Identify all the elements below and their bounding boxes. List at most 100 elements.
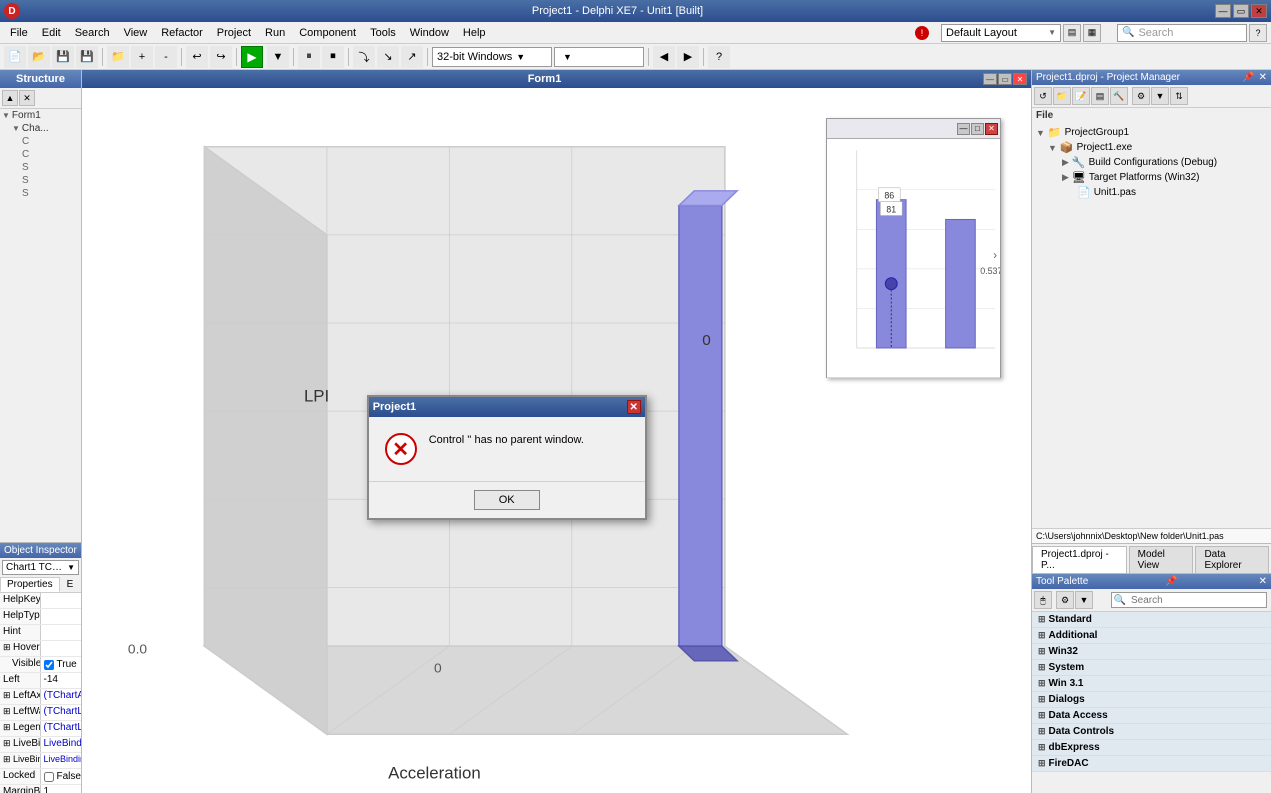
tp-icon-btn1[interactable]: 🖱 [1034,591,1052,609]
struct-btn1[interactable]: ▲ [2,90,18,106]
remove-btn[interactable]: - [155,46,177,68]
tp-section-additional-header[interactable]: Additional [1032,628,1271,643]
menu-help[interactable]: Help [457,25,492,41]
save-all-btn[interactable]: 💾 [76,46,98,68]
dialog-title: Project1 [373,401,416,413]
menu-refactor[interactable]: Refactor [155,25,209,41]
stop-btn[interactable]: ⏹ [322,46,344,68]
obj-tabs: Properties E [0,577,81,593]
tp-section-dataaccess-header[interactable]: Data Access [1032,708,1271,723]
tp-section-dialogs-header[interactable]: Dialogs [1032,692,1271,707]
pm-btn4[interactable]: ▤ [1091,87,1109,105]
layout-dropdown[interactable]: Default Layout ▼ [941,24,1061,42]
tp-dropdown-btn[interactable]: ▼ [1075,591,1093,609]
forward-btn[interactable]: ▶ [677,46,699,68]
tree-item-s3[interactable]: S [0,187,81,200]
tool-palette-search-input[interactable] [1128,593,1266,607]
help2-btn[interactable]: ? [708,46,730,68]
menu-search[interactable]: Search [69,25,116,41]
update-icon[interactable]: ! [915,26,929,40]
tp-section-dbexpress-header[interactable]: dbExpress [1032,740,1271,755]
menu-component[interactable]: Component [293,25,362,41]
pm-btn6[interactable]: ⚙ [1132,87,1150,105]
close-button[interactable]: ✕ [1251,4,1267,18]
menu-project[interactable]: Project [211,25,257,41]
pm-tab-project[interactable]: Project1.dproj - P... [1032,546,1127,573]
layout-btn1[interactable]: ▤ [1063,24,1081,42]
pm-item-targetplatforms[interactable]: ▶ 🖥 Target Platforms (Win32) [1034,170,1269,185]
back-btn[interactable]: ◀ [653,46,675,68]
config-dropdown[interactable]: ▼ [554,47,644,67]
pm-btn7[interactable]: ▼ [1151,87,1169,105]
tp-section-standard-header[interactable]: Standard [1032,612,1271,627]
tab-events[interactable]: E [60,577,81,592]
pm-btn2[interactable]: 📁 [1053,87,1071,105]
new-btn[interactable]: 📄 [4,46,26,68]
tree-item-s1[interactable]: S [0,161,81,174]
sep6 [427,48,428,66]
pm-item-project1[interactable]: ▼ 📦 Project1.exe [1034,140,1269,155]
open-btn[interactable]: 📂 [28,46,50,68]
pm-btn8[interactable]: ⇅ [1170,87,1188,105]
pm-item-projectgroup[interactable]: ▼ 📁 ProjectGroup1 [1034,125,1269,140]
tp-close-btn[interactable]: ✕ [1259,576,1267,587]
step-into-btn[interactable]: ↘ [377,46,399,68]
prop-helpkeyword: HelpKeyword [0,593,81,609]
sep8 [703,48,704,66]
layout-btn2[interactable]: ▦ [1083,24,1101,42]
menu-run[interactable]: Run [259,25,291,41]
pause-btn[interactable]: ⏸ [298,46,320,68]
pm-tab-model[interactable]: Model View [1129,546,1194,573]
pm-btn5[interactable]: 🔨 [1110,87,1128,105]
tp-section-firedac-header[interactable]: FireDAC [1032,756,1271,771]
undo-btn[interactable]: ↩ [186,46,208,68]
minimize-button[interactable]: — [1215,4,1231,18]
toolbar2: 📄 📂 💾 💾 📁 + - ↩ ↪ ▶ ▼ ⏸ ⏹ ⤵ ↘ ↗ 32-bit W… [0,44,1271,70]
pm-pin-btn[interactable]: 📌 [1242,72,1254,83]
pm-close-btn[interactable]: ✕ [1259,72,1267,83]
pm-item-buildconfig[interactable]: ▶ 🔧 Build Configurations (Debug) [1034,155,1269,170]
tree-item-c2[interactable]: C [0,148,81,161]
redo-btn[interactable]: ↪ [210,46,232,68]
pm-tab-data[interactable]: Data Explorer [1195,546,1269,573]
menu-view[interactable]: View [118,25,154,41]
maximize-button[interactable]: ▭ [1233,4,1249,18]
step-out-btn[interactable]: ↗ [401,46,423,68]
pm-btn3[interactable]: 📝 [1072,87,1090,105]
pm-item-unit1[interactable]: 📄 Unit1.pas [1034,185,1269,200]
bitness-dropdown[interactable]: 32-bit Windows ▼ [432,47,552,67]
pm-btn1[interactable]: ↺ [1034,87,1052,105]
window-title: Project1 - Delphi XE7 - Unit1 [Built] [20,5,1215,17]
tree-item-chart[interactable]: ▼ Cha... [0,122,81,135]
app-icon: D [4,3,20,19]
step-over-btn[interactable]: ⤵ [353,46,375,68]
run-button[interactable]: ▶ [241,46,263,68]
menu-edit[interactable]: Edit [36,25,67,41]
open-proj-btn[interactable]: 📁 [107,46,129,68]
tp-section-win32-header[interactable]: Win32 [1032,644,1271,659]
dialog-message: Control '' has no parent window. [429,433,584,448]
tab-properties[interactable]: Properties [0,577,60,592]
ok-button[interactable]: OK [474,490,540,510]
tree-item-form1[interactable]: ▼ Form1 [0,109,81,122]
add-btn[interactable]: + [131,46,153,68]
tp-section-datacontrols-header[interactable]: Data Controls [1032,724,1271,739]
tree-item-c1[interactable]: C [0,135,81,148]
tp-section-system-header[interactable]: System [1032,660,1271,675]
prop-livebindings: LiveBindings LiveBindings [0,737,81,753]
menu-window[interactable]: Window [404,25,455,41]
save-btn[interactable]: 💾 [52,46,74,68]
menu-file[interactable]: File [4,25,34,41]
tree-item-s2[interactable]: S [0,174,81,187]
tp-section-win31: Win 3.1 [1032,676,1271,692]
obj-combo[interactable]: Chart1 TChar... ▼ [2,560,79,575]
run-dropdown[interactable]: ▼ [267,46,289,68]
tp-icon-btn2[interactable]: ⚙ [1056,591,1074,609]
help-btn[interactable]: ? [1249,24,1267,42]
tp-section-win31-header[interactable]: Win 3.1 [1032,676,1271,691]
main-search-box[interactable]: 🔍 Search [1117,24,1247,42]
struct-btn2[interactable]: ✕ [19,90,35,106]
dialog-close-btn[interactable]: ✕ [627,400,641,414]
menu-tools[interactable]: Tools [364,25,402,41]
tp-pin-btn[interactable]: 📌 [1165,576,1177,587]
